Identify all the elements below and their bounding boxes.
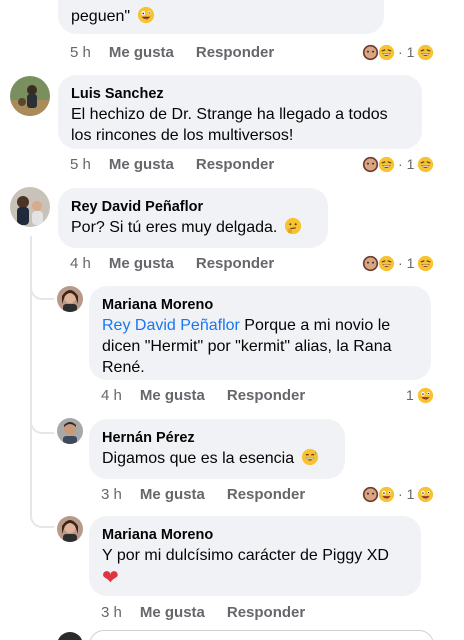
- thread-branch-reply-2: [30, 404, 54, 434]
- heart-eyes-emoji-icon: [362, 486, 379, 502]
- comment-actions: 5 h Me gusta Responder: [70, 42, 296, 62]
- zany-emoji-icon: [418, 486, 434, 502]
- heart-eyes-emoji-icon: [362, 156, 379, 172]
- reaction-count: 1: [406, 387, 414, 403]
- comment-text: peguen": [71, 8, 135, 25]
- avatar[interactable]: [57, 418, 83, 444]
- laughing-emoji-icon: [418, 44, 434, 60]
- like-button[interactable]: Me gusta: [109, 44, 174, 61]
- avatar[interactable]: [57, 286, 83, 312]
- comment-text: Y por mi dulcísimo carácter de Piggy XD: [102, 547, 389, 564]
- comment-author[interactable]: Mariana Moreno: [102, 295, 418, 315]
- comment-text: El hechizo de Dr. Strange ha llegado a t…: [71, 106, 388, 144]
- avatar[interactable]: [10, 187, 50, 227]
- reaction-count: 1: [406, 486, 415, 502]
- zany-emoji-icon: [417, 387, 433, 403]
- comment-text: Por? Si tú eres muy delgada.: [71, 219, 282, 236]
- mention-link[interactable]: Rey David Peñaflor: [102, 317, 240, 334]
- like-button[interactable]: Me gusta: [140, 604, 205, 621]
- like-button[interactable]: Me gusta: [140, 486, 205, 503]
- laughing-emoji-icon: [418, 255, 434, 271]
- laughing-emoji-icon: [418, 156, 434, 172]
- comment-input-partial[interactable]: [89, 630, 434, 640]
- comment-bubble: Luis Sanchez El hechizo de Dr. Strange h…: [58, 75, 422, 149]
- avatar-photo: [57, 516, 83, 542]
- comment-bubble-partial: peguen": [58, 0, 384, 34]
- like-button[interactable]: Me gusta: [109, 255, 174, 272]
- comment-actions: 4 h Me gusta Responder: [101, 385, 327, 405]
- avatar-photo: [10, 187, 50, 227]
- reply-bubble: Mariana Moreno Y por mi dulcísimo caráct…: [89, 516, 421, 596]
- reply-button[interactable]: Responder: [227, 604, 305, 621]
- thread-branch-reply-1: [30, 268, 54, 300]
- grinning-sweat-emoji-icon: [301, 448, 318, 466]
- reply-bubble: Hernán Pérez Digamos que es la esencia: [89, 419, 345, 479]
- reaction-summary[interactable]: · 1: [362, 252, 434, 274]
- comment-author[interactable]: Hernán Pérez: [102, 428, 332, 448]
- avatar[interactable]: [57, 632, 83, 640]
- reply-button[interactable]: Responder: [196, 255, 274, 272]
- avatar-photo: [57, 286, 83, 312]
- avatar[interactable]: [57, 516, 83, 542]
- reaction-count: 1: [406, 255, 415, 271]
- zany-emoji-icon: [378, 486, 395, 502]
- reply-button[interactable]: Responder: [196, 44, 274, 61]
- comment-bubble: Rey David Peñaflor Por? Si tú eres muy d…: [58, 188, 328, 248]
- like-button[interactable]: Me gusta: [109, 156, 174, 173]
- avatar[interactable]: [10, 76, 50, 116]
- comment-time[interactable]: 5 h: [70, 44, 91, 61]
- reaction-separator: ·: [398, 44, 403, 60]
- reaction-summary[interactable]: 1: [406, 384, 433, 406]
- red-heart-icon: ❤: [102, 567, 119, 589]
- comment-actions: 5 h Me gusta Responder: [70, 154, 296, 174]
- comment-author[interactable]: Mariana Moreno: [102, 525, 408, 545]
- reply-button[interactable]: Responder: [227, 387, 305, 404]
- reaction-separator: ·: [398, 255, 403, 271]
- laughing-emoji-icon: [378, 44, 395, 60]
- comment-time[interactable]: 5 h: [70, 156, 91, 173]
- comment-actions: 4 h Me gusta Responder: [70, 253, 296, 273]
- reaction-count: 1: [406, 156, 415, 172]
- heart-eyes-emoji-icon: [362, 255, 379, 271]
- reply-bubble: Mariana Moreno Rey David Peñaflor Porque…: [89, 286, 431, 380]
- comment-author[interactable]: Luis Sanchez: [71, 84, 409, 104]
- reaction-summary[interactable]: · 1: [362, 153, 434, 175]
- comment-actions: 3 h Me gusta Responder: [101, 484, 327, 504]
- reaction-summary[interactable]: · 1: [362, 41, 434, 63]
- avatar-photo: [10, 76, 50, 116]
- comment-text-line: Por? Si tú eres muy delgada.: [71, 217, 315, 238]
- reaction-count: 1: [406, 44, 415, 60]
- comment-actions: 3 h Me gusta Responder: [101, 602, 327, 622]
- comment-time[interactable]: 4 h: [101, 387, 122, 404]
- comment-author[interactable]: Rey David Peñaflor: [71, 197, 315, 217]
- zany-emoji-icon: [137, 6, 154, 24]
- reply-button[interactable]: Responder: [196, 156, 274, 173]
- reply-button[interactable]: Responder: [227, 486, 305, 503]
- comment-time[interactable]: 4 h: [70, 255, 91, 272]
- heart-eyes-emoji-icon: [362, 44, 379, 60]
- reaction-separator: ·: [398, 486, 403, 502]
- reaction-separator: ·: [398, 156, 403, 172]
- thinking-emoji-icon: [284, 217, 301, 235]
- reaction-summary[interactable]: · 1: [362, 483, 434, 505]
- like-button[interactable]: Me gusta: [140, 387, 205, 404]
- comment-time[interactable]: 3 h: [101, 486, 122, 503]
- comment-text: Digamos que es la esencia: [102, 450, 299, 467]
- thread-branch-reply-3: [30, 496, 54, 528]
- comment-text-line: Digamos que es la esencia: [102, 448, 332, 469]
- comment-text-line: Rey David Peñaflor Porque a mi novio le …: [102, 315, 418, 378]
- comment-time[interactable]: 3 h: [101, 604, 122, 621]
- laughing-emoji-icon: [378, 156, 395, 172]
- avatar-photo: [57, 418, 83, 444]
- laughing-emoji-icon: [378, 255, 395, 271]
